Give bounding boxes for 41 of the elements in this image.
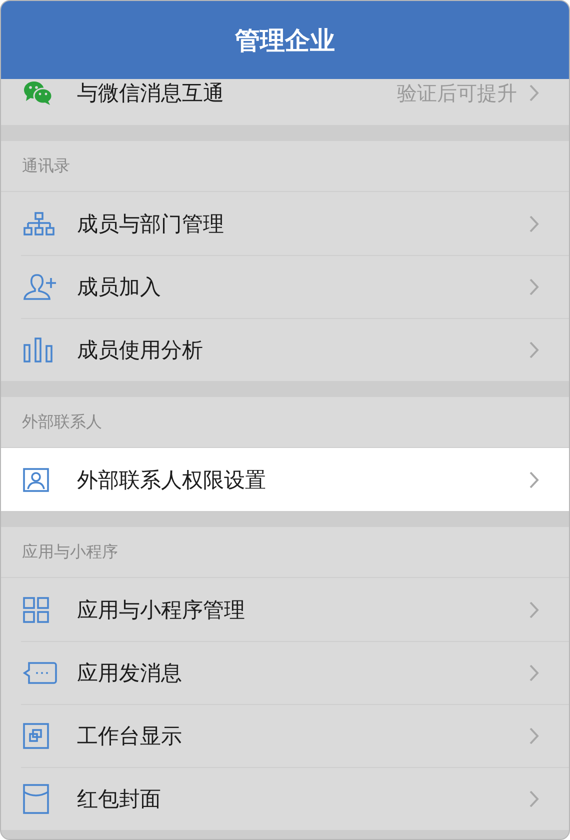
item-label: 红包封面 bbox=[77, 786, 162, 812]
item-label: 与微信消息互通 bbox=[77, 80, 225, 107]
user-add-icon bbox=[23, 272, 57, 300]
list-item[interactable]: 成员加入 bbox=[1, 255, 569, 318]
item-value: 验证后可提升 bbox=[397, 80, 517, 106]
list-item[interactable]: 与微信消息互通 验证后可提升 bbox=[1, 79, 569, 125]
section-title: 通讯录 bbox=[22, 156, 70, 176]
chevron-right-icon bbox=[529, 664, 539, 682]
list-item[interactable]: 红包封面 bbox=[1, 767, 569, 830]
item-label: 应用发消息 bbox=[77, 660, 183, 686]
page-title: 管理企业 bbox=[235, 24, 335, 56]
section-title: 应用与小程序 bbox=[22, 542, 118, 562]
windows-icon bbox=[23, 722, 49, 748]
section-title: 外部联系人 bbox=[22, 412, 102, 432]
item-label: 外部联系人权限设置 bbox=[77, 466, 267, 494]
bar-chart-icon bbox=[23, 336, 53, 362]
item-label: 成员加入 bbox=[77, 274, 162, 300]
item-label: 应用与小程序管理 bbox=[77, 596, 246, 624]
list-item[interactable]: 应用与小程序管理 bbox=[1, 578, 569, 641]
chevron-right-icon bbox=[529, 470, 539, 488]
chevron-right-icon bbox=[529, 600, 539, 618]
envelope-icon bbox=[23, 784, 49, 814]
chevron-right-icon bbox=[529, 278, 539, 296]
chat-bubbles-icon bbox=[23, 80, 53, 106]
chevron-right-icon bbox=[529, 84, 539, 102]
chevron-right-icon bbox=[529, 340, 539, 358]
item-label: 工作台显示 bbox=[77, 722, 183, 750]
chevron-right-icon bbox=[529, 726, 539, 744]
contact-card-icon bbox=[23, 468, 49, 492]
chevron-right-icon bbox=[529, 790, 539, 808]
list-item[interactable]: 外部联系人权限设置 bbox=[1, 448, 569, 511]
list-item[interactable]: 成员与部门管理 bbox=[1, 192, 569, 255]
chevron-right-icon bbox=[529, 214, 539, 232]
grid-icon bbox=[23, 596, 49, 622]
list-item[interactable]: 应用发消息 bbox=[1, 641, 569, 704]
org-chart-icon bbox=[23, 212, 55, 236]
item-label: 成员使用分析 bbox=[77, 336, 204, 364]
item-label: 成员与部门管理 bbox=[77, 210, 225, 238]
list-item[interactable]: 工作台显示 bbox=[1, 704, 569, 767]
message-bubble-icon bbox=[23, 660, 57, 684]
list-item[interactable]: 成员使用分析 bbox=[1, 318, 569, 381]
